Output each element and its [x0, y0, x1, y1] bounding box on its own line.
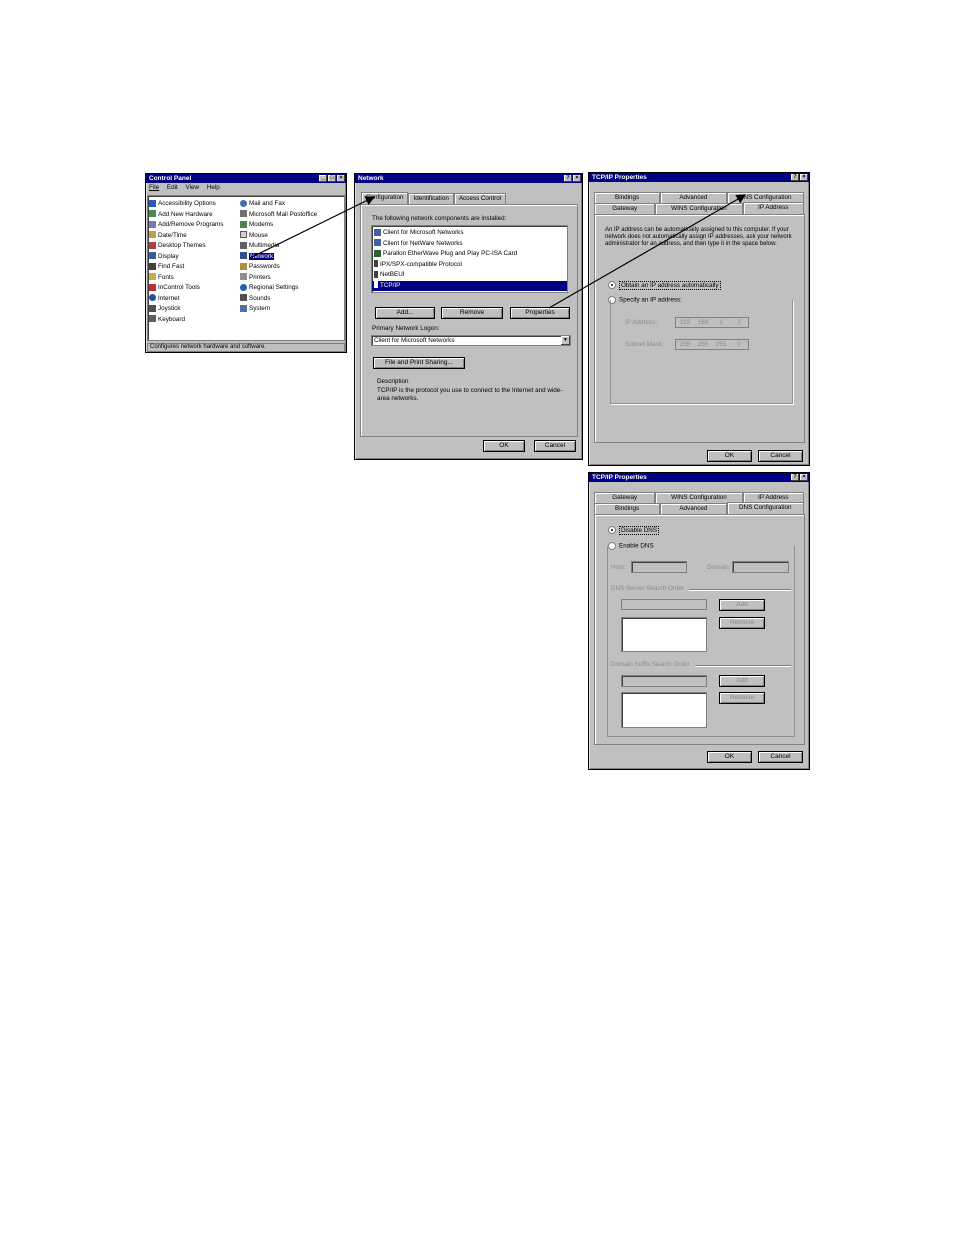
arrow-network-to-configuration	[249, 196, 376, 259]
annotation-arrows	[249, 194, 747, 309]
arrow-properties-to-ip-address	[548, 194, 747, 309]
